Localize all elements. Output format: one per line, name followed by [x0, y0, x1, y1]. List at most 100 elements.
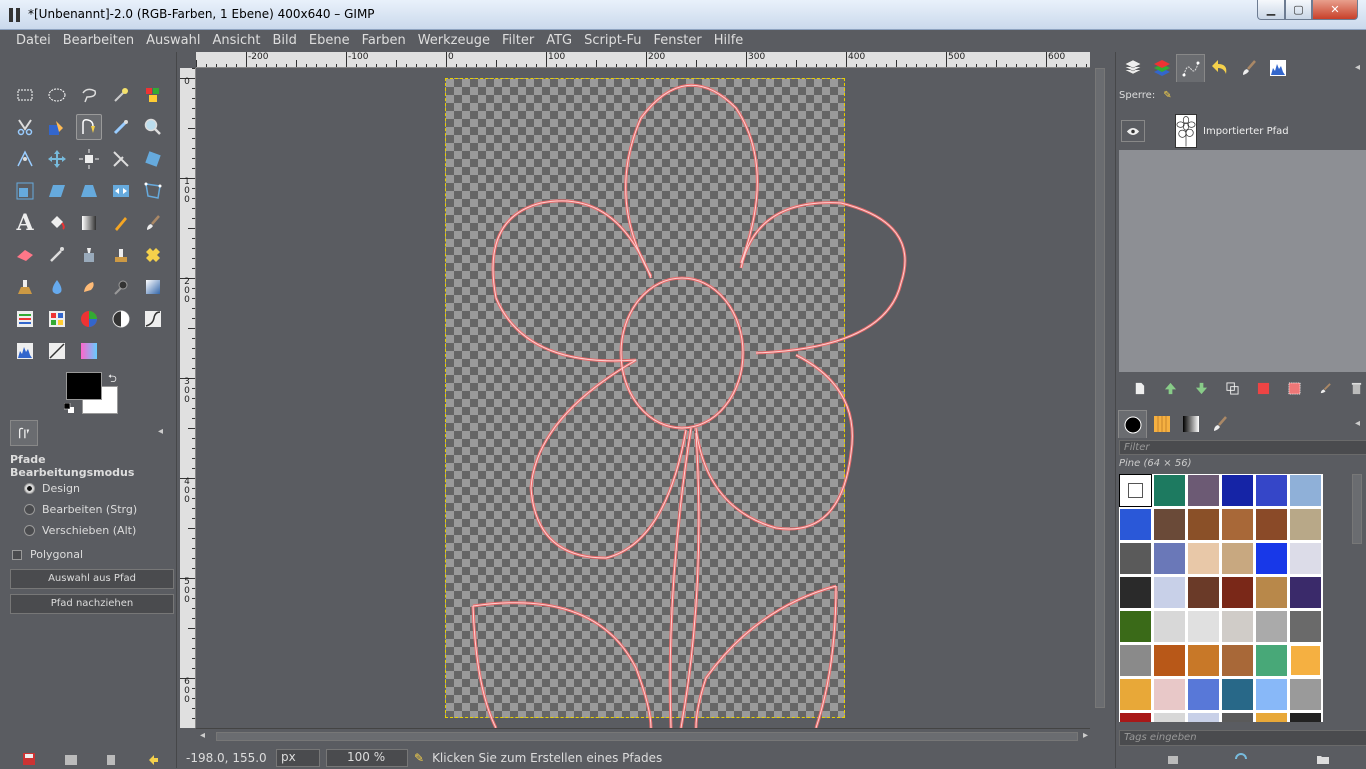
paint-along-path-icon[interactable] [1310, 380, 1341, 396]
pattern-swatch[interactable] [1255, 610, 1288, 643]
edit-pattern-icon[interactable] [1166, 752, 1180, 766]
selection-to-path-icon[interactable] [1279, 380, 1310, 396]
unit-selector[interactable]: px [276, 749, 320, 767]
pattern-swatch[interactable] [1153, 474, 1186, 507]
pattern-swatch[interactable] [1255, 644, 1288, 677]
tab-brush-presets[interactable] [1205, 410, 1234, 438]
ellipse-select-tool[interactable] [44, 82, 70, 108]
menu-bild[interactable]: Bild [267, 30, 303, 52]
pencil-tool[interactable] [108, 210, 134, 236]
fuzzy-select-tool[interactable] [108, 82, 134, 108]
pattern-swatch[interactable] [1255, 576, 1288, 609]
restore-options-icon[interactable] [64, 752, 78, 766]
gimp-app-icon[interactable] [8, 7, 22, 23]
dodge-burn-tool[interactable] [108, 274, 134, 300]
tab-paths[interactable] [1176, 54, 1205, 82]
ink-tool[interactable] [76, 242, 102, 268]
pattern-swatch[interactable] [1187, 678, 1220, 711]
dock-menu-icon[interactable]: ◂ [1355, 62, 1360, 73]
menu-ansicht[interactable]: Ansicht [206, 30, 266, 52]
scroll-left-icon[interactable]: ◂ [200, 730, 205, 741]
path-name[interactable]: Importierter Pfad [1203, 126, 1289, 137]
airbrush-tool[interactable] [44, 242, 70, 268]
heal-tool[interactable] [140, 242, 166, 268]
scale-tool[interactable] [12, 178, 38, 204]
zoom-tool[interactable] [140, 114, 166, 140]
lock-pixels-icon[interactable]: ✎ [1163, 90, 1171, 101]
swap-colors-icon[interactable]: ⮌ [108, 370, 117, 389]
foreground-color-swatch[interactable] [66, 372, 102, 400]
menu-werkzeuge[interactable]: Werkzeuge [412, 30, 496, 52]
polygonal-checkbox[interactable]: Polygonal [12, 548, 83, 561]
pattern-swatch[interactable] [1187, 610, 1220, 643]
pattern-swatch[interactable] [1289, 712, 1322, 722]
minimize-button[interactable]: ▁ [1257, 0, 1285, 20]
color-balance-tool[interactable] [44, 306, 70, 332]
horizontal-scrollbar[interactable]: ◂ ▸ [196, 728, 1090, 744]
color-picker-tool[interactable] [108, 114, 134, 140]
pattern-swatch[interactable] [1119, 542, 1152, 575]
pattern-swatch[interactable] [1187, 542, 1220, 575]
default-colors-icon[interactable] [63, 402, 74, 413]
pattern-swatch[interactable] [1119, 474, 1152, 507]
gradient-tool[interactable] [76, 210, 102, 236]
pattern-swatch[interactable] [1187, 508, 1220, 541]
perspective-tool[interactable] [76, 178, 102, 204]
rect-select-tool[interactable] [12, 82, 38, 108]
hue-saturation-tool[interactable] [76, 306, 102, 332]
paths-list[interactable]: Importierter Pfad [1119, 112, 1366, 372]
pattern-swatch[interactable] [1221, 678, 1254, 711]
pattern-swatch[interactable] [1221, 508, 1254, 541]
pattern-swatch[interactable] [1255, 678, 1288, 711]
blur-tool[interactable] [44, 274, 70, 300]
close-button[interactable]: ✕ [1312, 0, 1358, 20]
tab-patterns[interactable] [1147, 410, 1176, 438]
eraser-tool[interactable] [12, 242, 38, 268]
zoom-selector[interactable]: 100 % [326, 749, 408, 767]
horizontal-scroll-thumb[interactable] [216, 732, 1078, 741]
pattern-scrollbar[interactable] [1326, 474, 1364, 722]
tab-layers[interactable] [1118, 54, 1147, 82]
path-row[interactable]: Importierter Pfad [1119, 112, 1366, 150]
align-tool[interactable] [76, 146, 102, 172]
colorize-tool[interactable] [76, 338, 102, 364]
delete-path-icon[interactable] [1341, 380, 1366, 396]
paths-tool[interactable] [76, 114, 102, 140]
pattern-swatch[interactable] [1153, 644, 1186, 677]
tab-gradients[interactable] [1176, 410, 1205, 438]
pattern-swatch[interactable] [1153, 610, 1186, 643]
clone-tool[interactable] [108, 242, 134, 268]
maximize-button[interactable]: ▢ [1285, 0, 1312, 20]
crop-tool[interactable] [108, 146, 134, 172]
pattern-swatch[interactable] [1255, 712, 1288, 722]
reset-options-icon[interactable] [146, 752, 160, 766]
pattern-swatch[interactable] [1221, 576, 1254, 609]
refresh-patterns-icon[interactable] [1234, 752, 1248, 766]
open-pattern-folder-icon[interactable] [1316, 752, 1330, 766]
tab-undo-history[interactable] [1205, 54, 1234, 82]
shear-tool[interactable] [44, 178, 70, 204]
pattern-swatch[interactable] [1289, 678, 1322, 711]
pattern-swatch[interactable] [1119, 644, 1152, 677]
menu-auswahl[interactable]: Auswahl [140, 30, 206, 52]
pattern-swatch-selected[interactable] [1289, 644, 1322, 677]
pattern-swatch[interactable] [1289, 610, 1322, 643]
delete-options-icon[interactable] [104, 752, 118, 766]
pattern-swatch[interactable] [1187, 474, 1220, 507]
measure-tool[interactable] [12, 146, 38, 172]
mode-design-radio[interactable]: Design [24, 482, 80, 495]
pattern-swatch[interactable] [1255, 474, 1288, 507]
pattern-swatch[interactable] [1153, 678, 1186, 711]
pattern-swatch[interactable] [1255, 542, 1288, 575]
pattern-swatch[interactable] [1153, 542, 1186, 575]
raise-path-icon[interactable] [1155, 380, 1186, 396]
pattern-swatch[interactable] [1289, 508, 1322, 541]
vertical-scroll-thumb[interactable] [1095, 68, 1105, 708]
pattern-swatch[interactable] [1153, 576, 1186, 609]
lasso-tool[interactable] [76, 82, 102, 108]
selection-from-path-button[interactable]: Auswahl aus Pfad [10, 569, 174, 589]
tab-channels[interactable] [1147, 54, 1176, 82]
tab-brush-circle[interactable] [1118, 410, 1147, 438]
vertical-scrollbar[interactable] [1090, 52, 1110, 728]
pattern-swatch[interactable] [1289, 474, 1322, 507]
